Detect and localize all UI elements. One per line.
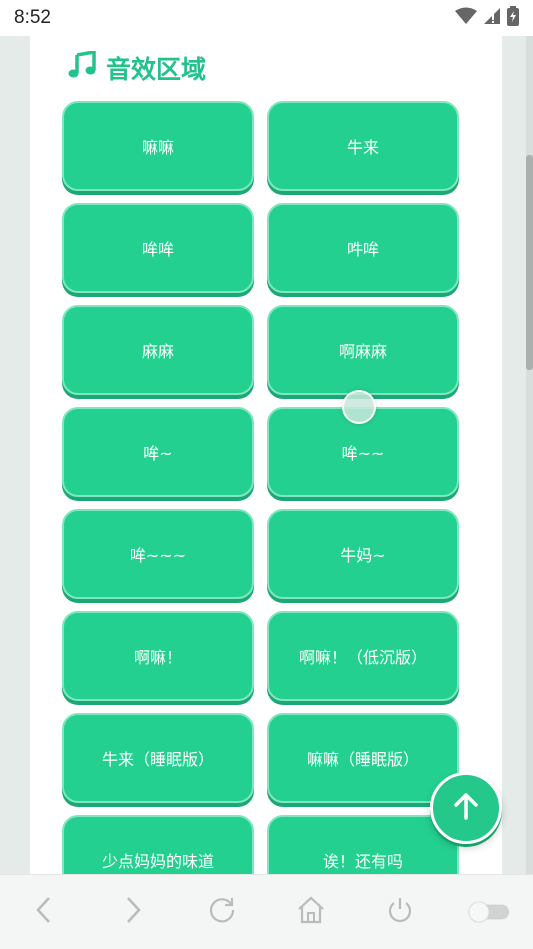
section-title: 音效区域 (106, 55, 207, 84)
sound-button[interactable]: 牛妈~ (267, 509, 459, 599)
sound-button-grid: 嘛嘛 牛来 哞哞 吽哞 麻麻 啊麻麻 哞~ 哞~~ 哞~~~ 牛妈~ 啊嘛！ 啊… (62, 101, 460, 874)
battery-icon (507, 6, 519, 30)
sound-effects-card: 音效区域 嘛嘛 牛来 哞哞 吽哞 麻麻 啊麻麻 哞~ 哞~~ 哞~~~ 牛妈~ … (30, 36, 502, 874)
status-icons (455, 6, 519, 30)
sound-button[interactable]: 牛来 (267, 101, 459, 191)
sound-button[interactable]: 哞哞 (62, 203, 254, 293)
sound-button[interactable]: 啊嘛！ (62, 611, 254, 701)
sound-button[interactable]: 牛来（睡眠版） (62, 713, 254, 803)
status-time: 8:52 (14, 7, 51, 28)
back-button[interactable] (22, 890, 66, 934)
touch-indicator (342, 390, 376, 424)
section-header: 音效区域 (68, 49, 207, 86)
reload-button[interactable] (200, 890, 244, 934)
home-button[interactable] (289, 890, 333, 934)
sound-button[interactable]: 哞~~~ (62, 509, 254, 599)
sound-button[interactable]: 啊麻麻 (267, 305, 459, 395)
arrow-up-icon (451, 791, 481, 825)
status-bar: 8:52 (0, 0, 533, 36)
music-note-icon (68, 49, 96, 85)
sound-button[interactable]: 啊嘛！（低沉版） (267, 611, 459, 701)
scroll-top-button[interactable] (430, 772, 502, 844)
forward-icon (123, 896, 143, 928)
page-margin (0, 36, 30, 874)
sound-button[interactable]: 嘛嘛 (62, 101, 254, 191)
forward-button[interactable] (111, 890, 155, 934)
sound-button[interactable]: 吽哞 (267, 203, 459, 293)
sound-button[interactable]: 哞~ (62, 407, 254, 497)
sound-button[interactable]: 嘛嘛（睡眠版） (267, 713, 459, 803)
power-icon (385, 895, 415, 929)
reload-icon (207, 895, 237, 929)
sound-button[interactable]: 诶！还有吗 (267, 815, 459, 874)
signal-icon (483, 7, 501, 29)
power-button[interactable] (378, 890, 422, 934)
toggle-switch[interactable] (467, 890, 511, 934)
sound-button[interactable]: 麻麻 (62, 305, 254, 395)
sound-button[interactable]: 少点妈妈的味道 (62, 815, 254, 874)
wifi-icon (455, 7, 477, 29)
scrollbar-thumb[interactable] (526, 155, 533, 370)
bottom-nav (0, 874, 533, 949)
home-icon (296, 895, 326, 929)
back-icon (34, 896, 54, 928)
